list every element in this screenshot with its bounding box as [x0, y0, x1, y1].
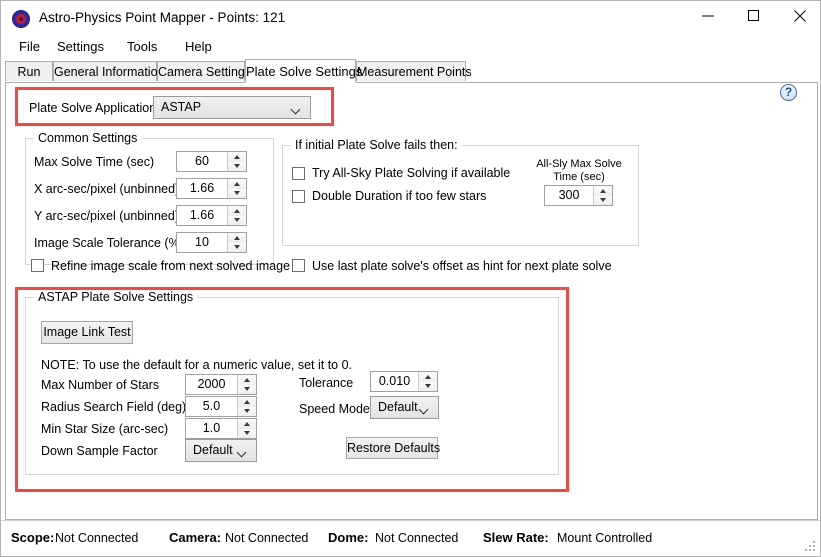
menu-item-file[interactable]: File: [13, 37, 46, 56]
max-number-of-stars-arrows[interactable]: [237, 375, 256, 394]
all-sky-max-solve-time-spinner[interactable]: 300: [544, 185, 613, 206]
maximize-button[interactable]: [731, 1, 777, 31]
x-arcsec-per-pixel-value: 1.66: [189, 181, 215, 195]
max-solve-time-label: Max Solve Time (sec): [34, 155, 155, 169]
plate-solve-application-label: Plate Solve Application:: [29, 101, 160, 115]
window-title: Astro-Physics Point Mapper - Points: 121: [39, 10, 286, 25]
chevron-down-icon: [238, 449, 247, 454]
image-scale-tolerance-value: 10: [195, 235, 209, 249]
all-sky-max-solve-time-arrows[interactable]: [593, 186, 612, 205]
astap-settings-legend: ASTAP Plate Solve Settings: [34, 290, 198, 304]
min-star-size-label: Min Star Size (arc-sec): [41, 422, 169, 436]
image-link-test-button[interactable]: Image Link Test: [41, 321, 133, 344]
plate-solve-failure-legend: If initial Plate Solve fails then:: [291, 138, 462, 152]
radius-search-field-label: Radius Search Field (deg): [41, 400, 187, 414]
minimize-button[interactable]: [685, 1, 731, 31]
image-scale-tolerance-arrows[interactable]: [227, 233, 246, 252]
double-duration-label: Double Duration if too few stars: [312, 189, 487, 203]
status-dome-value: Not Connected: [375, 531, 459, 545]
tab-run[interactable]: Run: [5, 61, 53, 81]
down-sample-factor-value: Default: [193, 443, 233, 457]
max-number-of-stars-spinner[interactable]: 2000: [185, 374, 257, 395]
tab-plate-solve-settings[interactable]: Plate Solve Settings: [245, 59, 362, 83]
radius-search-field-arrows[interactable]: [237, 397, 256, 416]
all-sky-max-solve-time-label-line2: Time (sec): [553, 171, 605, 183]
tab-general-information[interactable]: General Information: [53, 61, 164, 81]
tab-camera-settings[interactable]: Camera Settings: [157, 61, 251, 81]
speed-mode-label: Speed Mode: [299, 402, 370, 416]
y-arcsec-per-pixel-label: Y arc-sec/pixel (unbinned): [34, 209, 179, 223]
speed-mode-value: Default: [378, 400, 418, 414]
title-bar: Astro-Physics Point Mapper - Points: 121: [1, 1, 820, 38]
use-last-offset-hint-checkbox[interactable]: [292, 259, 305, 272]
menu-item-tools[interactable]: Tools: [121, 37, 163, 56]
plate-solve-application-combo[interactable]: ASTAP: [153, 96, 311, 119]
try-all-sky-label: Try All-Sky Plate Solving if available: [312, 166, 511, 180]
resize-grip[interactable]: [805, 541, 817, 553]
target-circle-icon: [12, 10, 30, 28]
down-sample-factor-combo[interactable]: Default: [185, 439, 257, 462]
image-scale-tolerance-spinner[interactable]: 10: [176, 232, 247, 253]
menu-item-settings[interactable]: Settings: [51, 37, 110, 56]
chevron-down-icon: [292, 106, 301, 111]
tolerance-value: 0.010: [378, 374, 411, 388]
tab-measurement-points[interactable]: Measurement Points: [356, 61, 472, 81]
tolerance-arrows[interactable]: [418, 372, 437, 391]
all-sky-max-solve-time-label-line1: All-Sly Max Solve: [536, 158, 622, 170]
y-arcsec-per-pixel-arrows[interactable]: [227, 206, 246, 225]
max-number-of-stars-value: 2000: [197, 377, 226, 391]
status-bar: Scope: Not Connected Camera: Not Connect…: [1, 520, 820, 556]
common-settings-legend: Common Settings: [34, 131, 142, 145]
down-sample-factor-label: Down Sample Factor: [41, 444, 158, 458]
status-dome-key: Dome:: [328, 530, 369, 545]
status-scope-key: Scope:: [11, 530, 55, 545]
menu-bar: File Settings Tools Help: [1, 34, 820, 57]
status-camera-value: Not Connected: [225, 531, 309, 545]
radius-search-field-value: 5.0: [202, 399, 221, 413]
chevron-down-icon: [420, 406, 429, 411]
x-arcsec-per-pixel-spinner[interactable]: 1.66: [176, 178, 247, 199]
status-camera-key: Camera:: [169, 530, 222, 545]
tab-strip: Run General Information Camera Settings …: [5, 59, 818, 83]
max-solve-time-spinner[interactable]: 60: [176, 151, 247, 172]
min-star-size-arrows[interactable]: [237, 419, 256, 438]
min-star-size-spinner[interactable]: 1.0: [185, 418, 257, 439]
max-solve-time-arrows[interactable]: [227, 152, 246, 171]
restore-defaults-button[interactable]: Restore Defaults: [346, 437, 440, 459]
refine-image-scale-label: Refine image scale from next solved imag…: [51, 259, 291, 273]
tolerance-label: Tolerance: [299, 376, 354, 390]
min-star-size-value: 1.0: [202, 421, 221, 435]
use-last-offset-hint-label: Use last plate solve's offset as hint fo…: [312, 259, 612, 273]
speed-mode-combo[interactable]: Default: [370, 396, 439, 419]
max-solve-time-value: 60: [195, 154, 209, 168]
double-duration-checkbox[interactable]: [292, 190, 305, 203]
radius-search-field-spinner[interactable]: 5.0: [185, 396, 257, 417]
try-all-sky-checkbox[interactable]: [292, 167, 305, 180]
x-arcsec-per-pixel-arrows[interactable]: [227, 179, 246, 198]
status-scope-value: Not Connected: [55, 531, 139, 545]
status-slew-rate-key: Slew Rate:: [483, 530, 549, 545]
plate-solve-application-value: ASTAP: [161, 100, 202, 114]
y-arcsec-per-pixel-spinner[interactable]: 1.66: [176, 205, 247, 226]
all-sky-max-solve-time-value: 300: [558, 188, 580, 202]
x-arcsec-per-pixel-label: X arc-sec/pixel (unbinned): [34, 182, 180, 196]
tolerance-spinner[interactable]: 0.010: [370, 371, 438, 392]
y-arcsec-per-pixel-value: 1.66: [189, 208, 215, 222]
image-scale-tolerance-label: Image Scale Tolerance (%): [34, 236, 184, 250]
close-button[interactable]: [777, 1, 820, 31]
menu-item-help[interactable]: Help: [179, 37, 218, 56]
help-icon[interactable]: ?: [780, 84, 797, 101]
max-number-of-stars-label: Max Number of Stars: [41, 378, 160, 392]
refine-image-scale-checkbox[interactable]: [31, 259, 44, 272]
status-slew-rate-value: Mount Controlled: [557, 531, 653, 545]
application-window: Astro-Physics Point Mapper - Points: 121…: [0, 0, 821, 557]
astap-note: NOTE: To use the default for a numeric v…: [41, 358, 353, 372]
